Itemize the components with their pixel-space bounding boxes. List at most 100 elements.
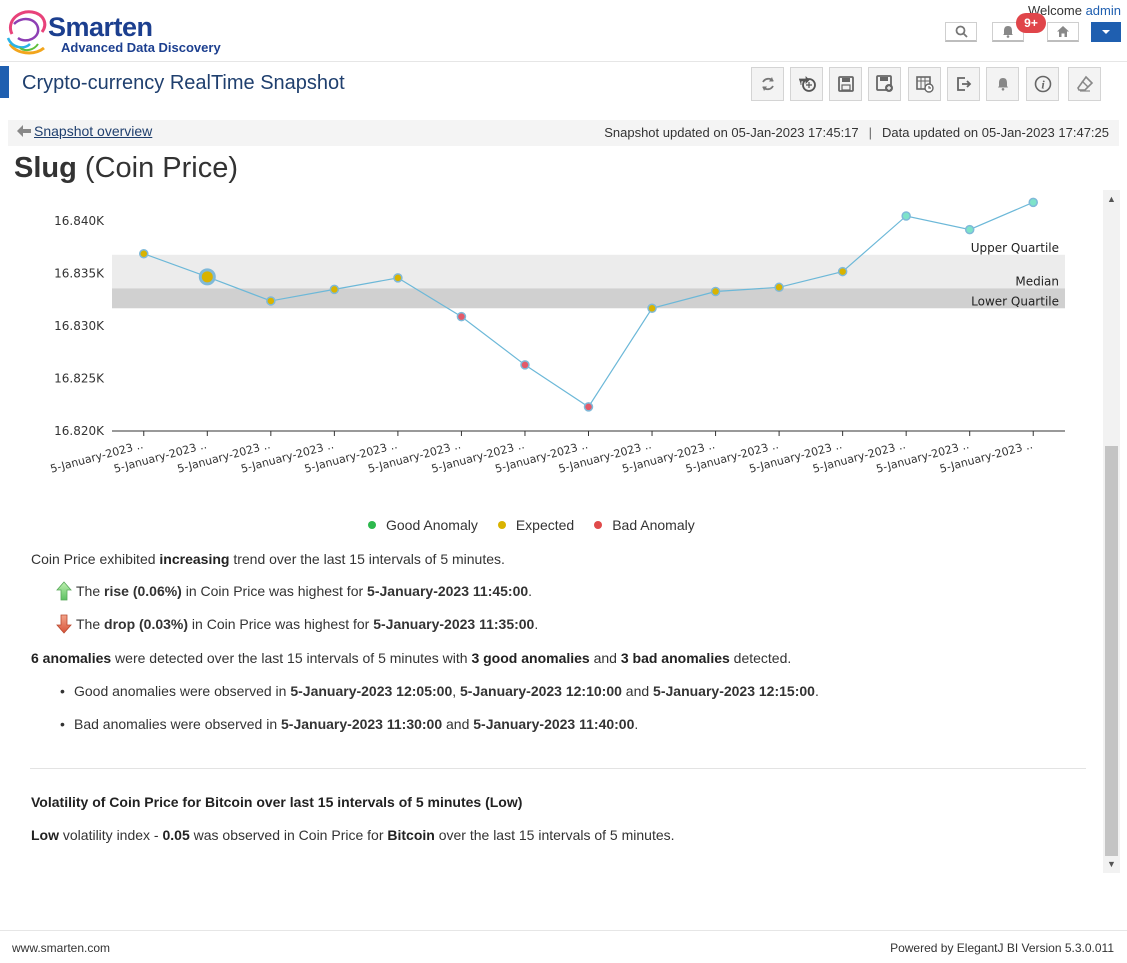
legend-item-bad-anomaly[interactable]: Bad Anomaly [594, 517, 695, 533]
volatility-mid2: was observed in Coin Price for [189, 827, 388, 843]
data-point [583, 402, 594, 412]
trend-summary: Coin Price exhibited increasing trend ov… [31, 551, 505, 567]
volatility-summary: Low volatility index - 0.05 was observed… [31, 827, 675, 843]
home-icon [1057, 26, 1069, 37]
logo-name: Smarten [48, 12, 153, 42]
bad-and: and [442, 716, 474, 732]
data-point-highlighted [198, 268, 216, 286]
trend-suffix: trend over the last 15 intervals of 5 mi… [229, 551, 505, 567]
svg-text:i: i [1041, 78, 1045, 92]
anomaly-count: 6 anomalies [31, 650, 112, 666]
anomaly-mid: were detected over the last 15 intervals… [111, 650, 472, 666]
arrow-down-icon [56, 614, 72, 634]
notification-badge[interactable]: 9+ [1016, 13, 1046, 33]
coin-price-line-chart: Upper Quartile Median Lower Quartile 16.820… [49, 197, 1065, 476]
legend-dot-good [368, 521, 376, 529]
legend-item-expected[interactable]: Expected [497, 517, 575, 533]
rise-value: rise (0.06%) [104, 583, 182, 599]
title-accent-bar [0, 66, 9, 98]
legend-label-good: Good Anomaly [386, 517, 478, 533]
export-icon [956, 77, 971, 91]
save-as-button[interactable] [868, 67, 901, 101]
scroll-up-icon[interactable]: ▲ [1103, 192, 1120, 206]
share-button[interactable] [790, 67, 823, 101]
footer-website[interactable]: www.smarten.com [12, 941, 110, 955]
clear-icon [1076, 75, 1093, 92]
rise-end: . [528, 583, 533, 599]
bad-anomalies-list: Bad anomalies were observed in 5-January… [60, 716, 639, 732]
volatility-index: 0.05 [162, 827, 190, 843]
scroll-down-icon[interactable]: ▼ [1103, 857, 1120, 871]
info-icon: i [1034, 75, 1051, 93]
rise-mid: in Coin Price was highest for [181, 583, 368, 599]
drop-end: . [534, 616, 539, 632]
refresh-button[interactable] [751, 67, 784, 101]
bad-end: . [634, 716, 639, 732]
data-point [1028, 197, 1038, 208]
upper-quartile-label: Upper Quartile [971, 241, 1059, 255]
clear-button[interactable] [1068, 67, 1101, 101]
data-point [647, 303, 657, 314]
trend-word: increasing [159, 551, 230, 567]
volatility-end: over the last 15 intervals of 5 minutes. [434, 827, 675, 843]
bad-time-1: 5-January-2023 11:30:00 [281, 716, 443, 732]
anomaly-bad-count: 3 bad anomalies [620, 650, 730, 666]
schedule-button[interactable] [908, 67, 941, 101]
metric-heading-name: Slug [14, 152, 77, 184]
rise-time: 5-January-2023 11:45:00 [367, 583, 529, 599]
info-button[interactable]: i [1026, 67, 1059, 101]
data-point [774, 282, 784, 293]
y-tick-label: 16.820K [54, 424, 105, 438]
section-divider [30, 768, 1086, 769]
good-time-3: 5-January-2023 12:15:00 [653, 683, 815, 699]
schedule-icon [915, 76, 934, 93]
good-anomalies-list: Good anomalies were observed in 5-Januar… [60, 683, 819, 699]
user-menu-button[interactable] [1091, 22, 1121, 42]
logo[interactable]: Smarten Advanced Data Discovery [4, 4, 244, 58]
metric-heading: Slug (Coin Price) [14, 152, 238, 185]
legend-item-good-anomaly[interactable]: Good Anomaly [368, 517, 478, 533]
good-and: and [621, 683, 654, 699]
save-button[interactable] [829, 67, 862, 101]
legend-label-expected: Expected [515, 517, 575, 533]
y-tick-label: 16.835K [54, 267, 105, 281]
search-button[interactable] [945, 22, 977, 42]
volatility-level: Low [31, 827, 59, 843]
data-point [329, 284, 340, 295]
good-time-1: 5-January-2023 12:05:00 [290, 683, 453, 699]
drop-value: drop (0.03%) [104, 616, 189, 632]
drop-mid: in Coin Price was highest for [188, 616, 374, 632]
alert-button[interactable] [986, 67, 1019, 101]
snapshot-overview-link[interactable]: Snapshot overview [16, 123, 152, 139]
username-link[interactable]: admin [1086, 3, 1121, 18]
legend-dot-bad [594, 521, 603, 529]
data-point [456, 311, 467, 322]
anomaly-end: detected. [729, 650, 792, 666]
data-point [520, 360, 530, 370]
rise-insight: The rise (0.06%) in Coin Price was highe… [56, 581, 532, 601]
footer-version: Powered by ElegantJ BI Version 5.3.0.011 [890, 941, 1114, 955]
trend-prefix: Coin Price exhibited [31, 551, 160, 567]
arrow-left-icon [17, 125, 31, 137]
upper-quartile-band [112, 254, 1065, 289]
scrollbar-thumb[interactable] [1105, 446, 1118, 856]
good-comma: , [452, 683, 461, 699]
update-timestamps: Snapshot updated on 05-Jan-2023 17:45:17… [604, 125, 1109, 140]
export-button[interactable] [947, 67, 980, 101]
chart-legend: Good Anomaly Expected Bad Anomaly [368, 517, 695, 533]
data-point [266, 296, 276, 306]
y-tick-label: 16.840K [54, 214, 105, 228]
volatility-mid1: volatility index - [59, 827, 163, 843]
lower-quartile-label: Lower Quartile [971, 294, 1059, 308]
data-point [837, 266, 848, 277]
volatility-coin: Bitcoin [387, 827, 435, 843]
good-prefix: Good anomalies were observed in [74, 683, 291, 699]
page-title: Crypto-currency RealTime Snapshot [22, 72, 345, 94]
median-label: Median [1015, 274, 1059, 288]
data-point [393, 273, 403, 283]
refresh-icon [761, 77, 774, 91]
snapshot-overview-label: Snapshot overview [34, 123, 153, 139]
home-button[interactable] [1047, 22, 1079, 42]
anomaly-summary: 6 anomalies were detected over the last … [31, 650, 791, 666]
drop-insight: The drop (0.03%) in Coin Price was highe… [56, 614, 538, 634]
